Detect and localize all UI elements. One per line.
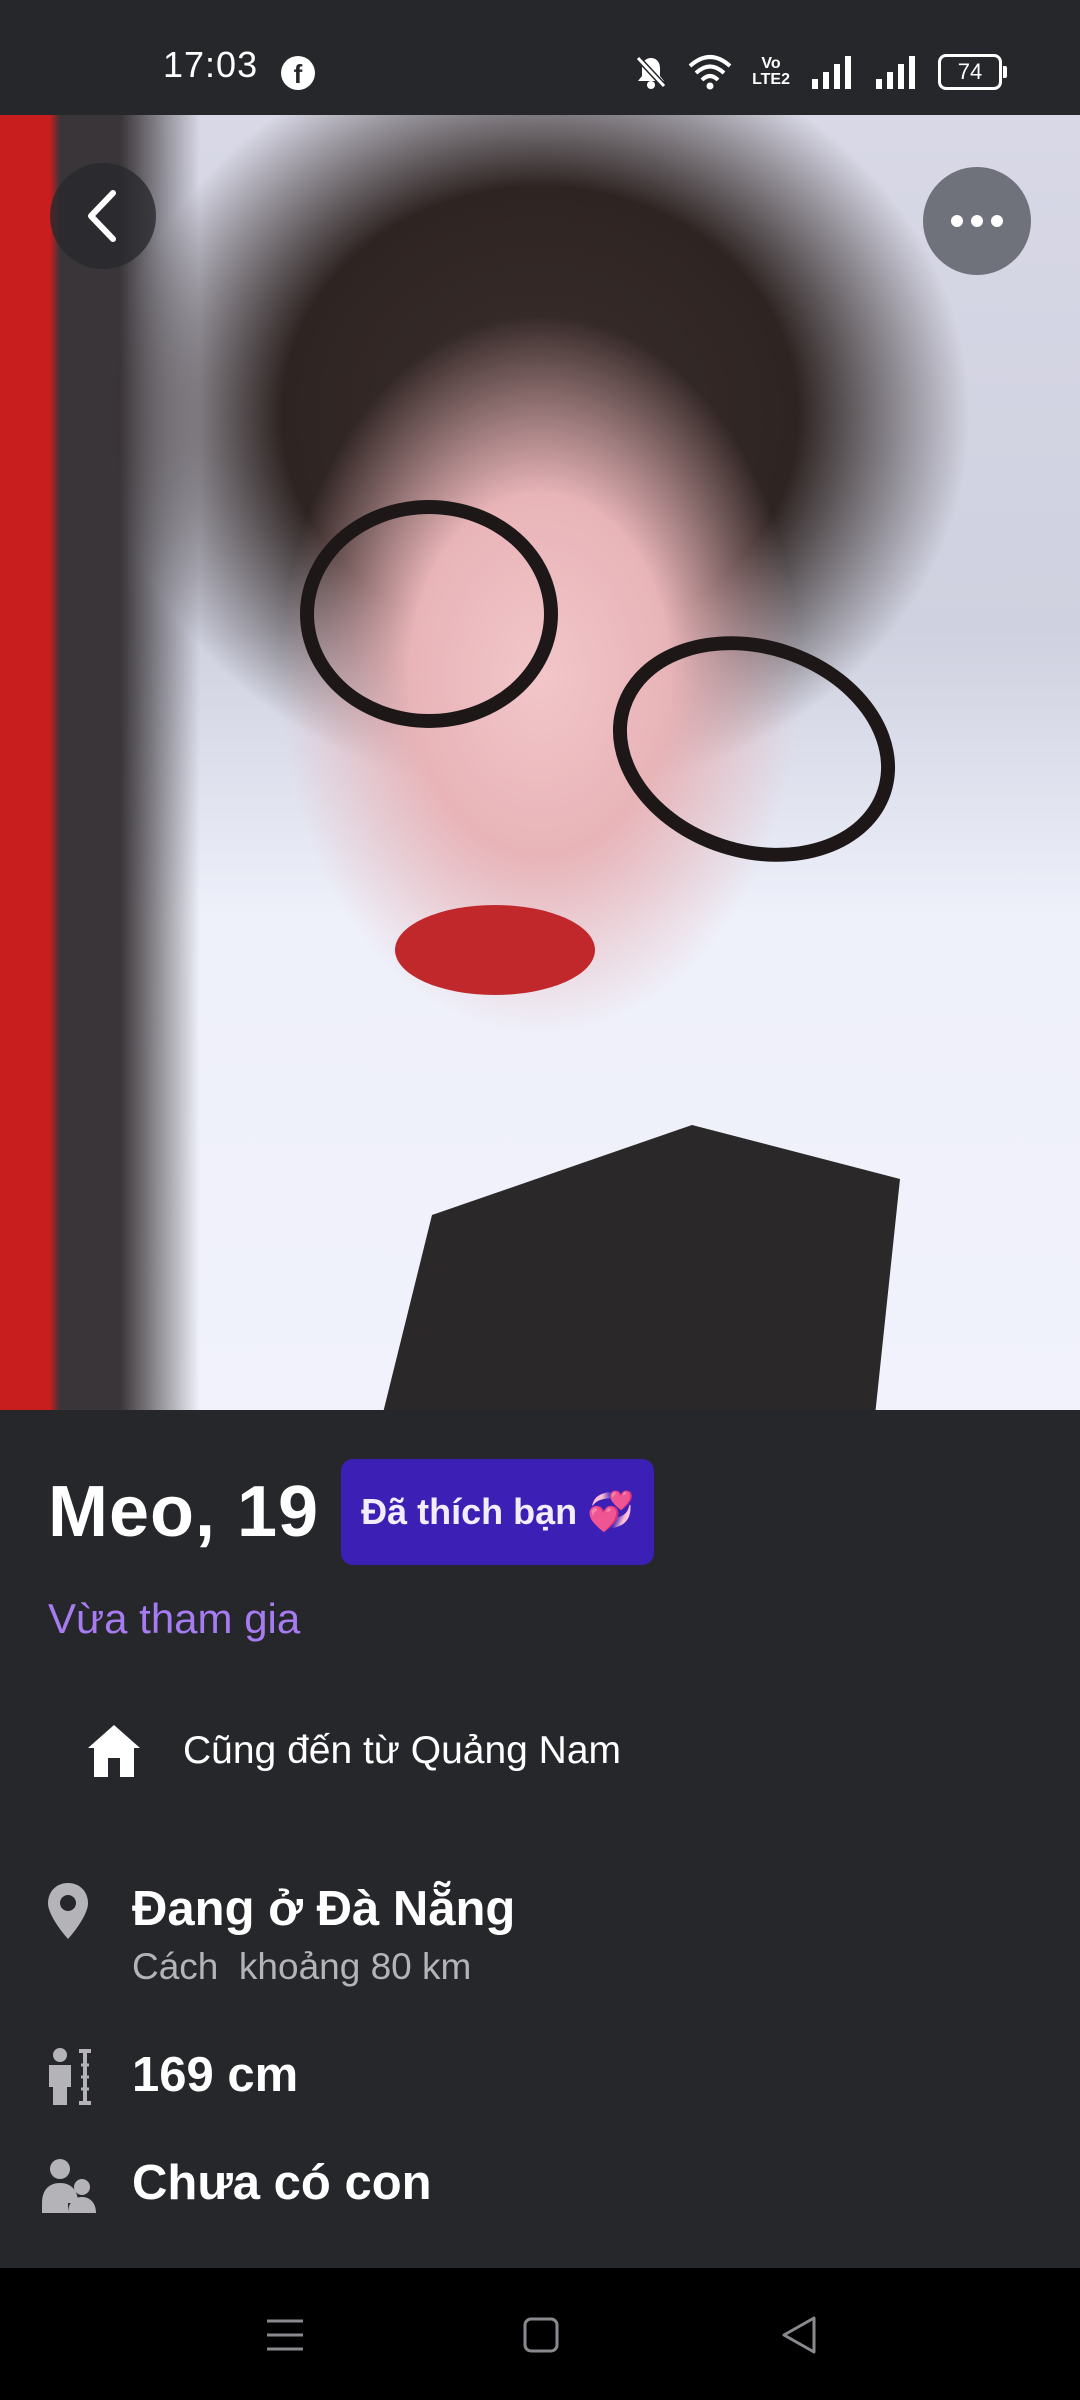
wifi-icon — [688, 55, 732, 90]
location-row: Đang ở Đà Nẵng Cách khoảng 80 km — [40, 1878, 515, 1988]
volte-icon: Vo LTE2 — [752, 56, 790, 88]
chevron-left-icon — [88, 190, 116, 242]
height-row: 169 cm — [40, 2044, 298, 2110]
height-text: 169 cm — [132, 2044, 298, 2106]
children-text: Chưa có con — [132, 2152, 432, 2214]
status-time: 17:03 — [163, 44, 259, 85]
volte-label-bottom: LTE2 — [752, 71, 790, 88]
photo-glasses-left — [300, 500, 558, 728]
signal-icon — [812, 56, 851, 89]
system-nav-bar — [0, 2268, 1080, 2400]
children-row: Chưa có con — [40, 2152, 432, 2218]
location-pin-icon — [40, 1878, 96, 1944]
location-distance: Cách khoảng 80 km — [132, 1946, 472, 1987]
recents-button[interactable] — [258, 2308, 312, 2362]
photo-lips — [395, 905, 595, 995]
home-square-icon — [523, 2317, 559, 2353]
more-horizontal-icon — [951, 215, 1003, 227]
back-triangle-icon — [782, 2316, 816, 2354]
home-icon — [88, 1725, 140, 1777]
children-value: Chưa có con — [132, 2156, 432, 2210]
height-icon — [40, 2044, 96, 2110]
signal-icon — [876, 56, 915, 89]
family-icon — [40, 2152, 96, 2218]
liked-you-badge: Đã thích bạn 💞 — [341, 1459, 655, 1565]
menu-icon — [267, 2319, 303, 2351]
liked-badge-label: Đã thích bạn — [361, 1491, 578, 1532]
more-options-button[interactable] — [923, 167, 1031, 275]
volte-label-top: Vo — [761, 55, 781, 72]
mute-icon — [635, 55, 667, 89]
hometown-row: Cũng đến từ Quảng Nam — [85, 1722, 621, 1780]
height-value: 169 cm — [132, 2048, 299, 2102]
hearts-icon: 💞 — [587, 1491, 635, 1533]
profile-photo[interactable] — [0, 115, 1080, 1410]
home-button[interactable] — [514, 2308, 568, 2362]
profile-name-age: Meo, 19 — [48, 1472, 320, 1552]
joined-status: Vừa tham gia — [48, 1595, 301, 1642]
hometown-text: Cũng đến từ Quảng Nam — [183, 1729, 622, 1772]
facebook-icon: f — [281, 56, 315, 90]
status-bar: 17:03 f Vo LTE2 74 — [0, 0, 1080, 115]
location-main: Đang ở Đà Nẵng — [132, 1882, 516, 1936]
battery-icon: 74 — [938, 54, 1007, 90]
status-icons: Vo LTE2 74 — [634, 50, 1007, 94]
back-button[interactable] — [50, 163, 156, 269]
system-back-button[interactable] — [772, 2308, 826, 2362]
location-text: Đang ở Đà Nẵng Cách khoảng 80 km — [132, 1878, 515, 1988]
name-row: Meo, 19 Đã thích bạn 💞 — [48, 1458, 655, 1566]
